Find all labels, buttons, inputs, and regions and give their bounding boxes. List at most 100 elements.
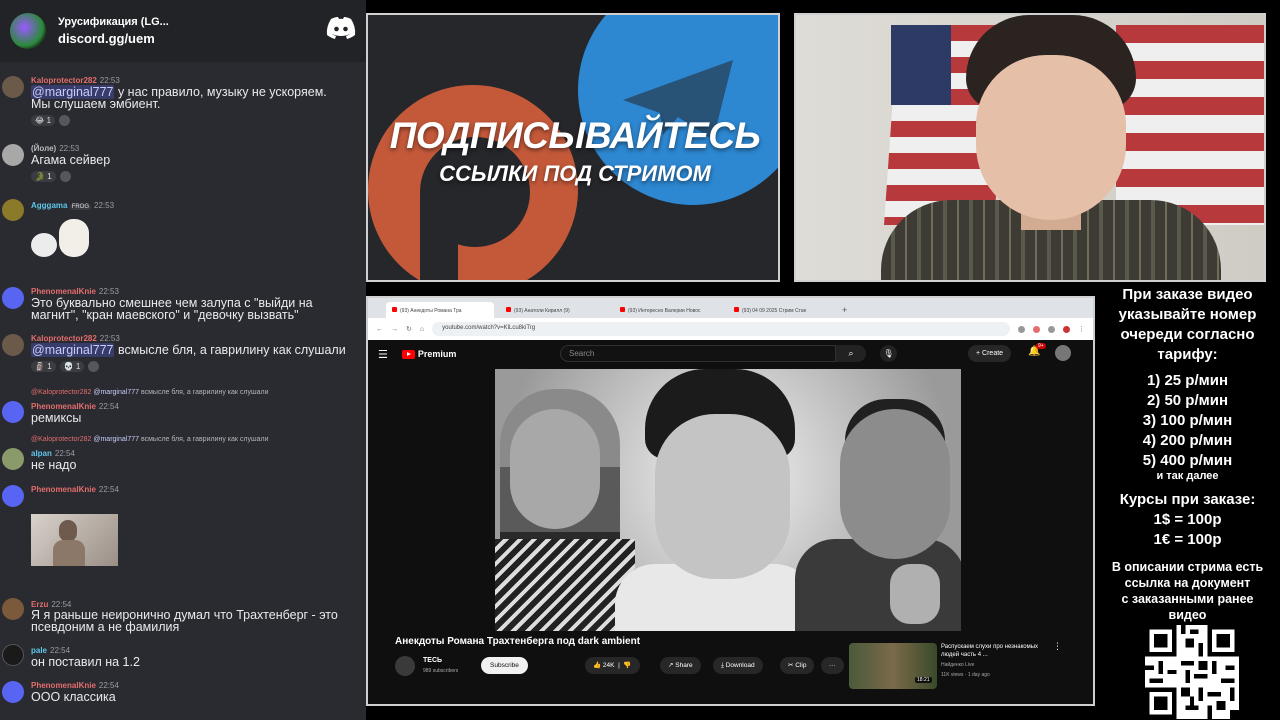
message-text: ремиксы: [31, 411, 82, 425]
channel-avatar[interactable]: [395, 656, 415, 676]
avatar[interactable]: [1055, 345, 1071, 361]
author-name: Kaloprotector282: [31, 76, 97, 85]
search-icon[interactable]: ⌕: [836, 345, 866, 362]
timestamp: 22:54: [54, 449, 75, 458]
youtube-favicon-icon: [734, 307, 739, 312]
author-name: Agggama: [31, 201, 68, 210]
message-text: Агама сейвер: [31, 153, 111, 167]
info-line: При заказе видео: [1122, 286, 1253, 303]
order-info-panel: При заказе видео указывайте номер очеред…: [1095, 285, 1280, 720]
browser-tab[interactable]: (93) Интересно Валерии Новос: [614, 302, 722, 318]
avatar: [2, 448, 24, 470]
message-text: всмысле бля, а гаврилину как слушали: [114, 343, 346, 357]
reaction[interactable]: 🗿 1: [31, 361, 56, 372]
timestamp: 22:54: [50, 646, 71, 655]
add-reaction-icon[interactable]: [59, 171, 71, 182]
invite-link[interactable]: discord.gg/uem: [58, 31, 169, 46]
add-reaction-icon[interactable]: [59, 115, 71, 126]
address-bar: ← → ↻ ⌂ youtube.com/watch?v=KlLcu8kiTrg …: [368, 318, 1093, 340]
channel-row: ТЕСЬ 989 subscribers Subscribe 👍 24K | 👎…: [395, 654, 855, 678]
reaction[interactable]: 🐊 1: [31, 171, 56, 182]
server-icon: [10, 13, 46, 49]
timestamp: 22:54: [98, 485, 119, 494]
add-reaction-icon[interactable]: [88, 361, 100, 372]
profile-icon[interactable]: [1063, 325, 1070, 333]
recommended-meta: 11K views · 1 day ago: [941, 672, 990, 678]
hamburger-menu-icon[interactable]: ☰: [378, 348, 388, 361]
mention[interactable]: @marginal777: [31, 343, 115, 357]
channel-name[interactable]: ТЕСЬ: [423, 657, 442, 664]
browser-tab[interactable]: (93) 04 09 2025 Стрим Стаe: [728, 302, 836, 318]
browser-tab[interactable]: (93) Анекдоты Романа Тра: [386, 302, 494, 318]
author-name: PhenomenalKnie: [31, 287, 96, 296]
timestamp: 22:53: [99, 334, 120, 343]
youtube-favicon-icon: [392, 307, 397, 312]
role-badge: FROG: [69, 204, 92, 210]
reload-icon[interactable]: ↻: [406, 325, 412, 333]
browser-tab[interactable]: (93) Анатоли Кирилл (9): [500, 302, 608, 318]
youtube-logo[interactable]: Premium: [401, 349, 456, 359]
author-name: Kaloprotector282: [31, 334, 97, 343]
message-text: Я я раньше неиронично думал что Трахтенб…: [31, 608, 338, 634]
author-name: PhenomenalKnie: [31, 402, 96, 411]
back-icon[interactable]: ←: [376, 326, 383, 333]
video-player[interactable]: [495, 369, 961, 631]
rate-line: 1$ = 100р: [1153, 511, 1222, 528]
reply-preview[interactable]: @Kaloprotector282 @marginal777 всмысле б…: [31, 389, 269, 396]
search-input[interactable]: Search: [560, 345, 836, 362]
clip-button[interactable]: ✂ Clip: [780, 657, 815, 674]
image-attachment[interactable]: [31, 514, 118, 566]
more-actions-icon[interactable]: ···: [821, 657, 844, 674]
info-line: указывайте номер: [1118, 306, 1257, 323]
create-button[interactable]: + Create: [968, 345, 1012, 362]
new-tab-icon[interactable]: +: [842, 305, 847, 318]
like-button[interactable]: 👍 24K | 👎: [585, 657, 640, 674]
video-title: Анекдоты Романа Трахтенберга под dark am…: [395, 636, 641, 647]
banner-title: ПОДПИСЫВАЙТЕСЬ: [389, 115, 761, 156]
author-name: PhenomenalKnie: [31, 681, 96, 690]
message-text: он поставил на 1.2: [31, 655, 140, 669]
message-text: ООО классика: [31, 690, 116, 704]
dislike-icon: 👎: [623, 662, 632, 669]
recommended-title[interactable]: Распускаем слухи про незнакомых людей ча…: [941, 643, 1051, 659]
extension-icon[interactable]: [1048, 325, 1055, 333]
rates-title: Курсы при заказе:: [1119, 491, 1256, 508]
avatar: [2, 644, 24, 666]
tariff-line: 3) 100 р/мин: [1142, 412, 1233, 429]
tariff-line: 4) 200 р/мин: [1142, 432, 1233, 449]
qr-code: [1145, 625, 1239, 719]
recommended-channel[interactable]: Найденко Live: [941, 662, 974, 668]
download-button[interactable]: ⤓ Download: [713, 657, 763, 674]
share-button[interactable]: ↗ Share: [660, 657, 701, 674]
tariff-line: 5) 400 р/мин: [1142, 452, 1233, 469]
avatar: [2, 287, 24, 309]
reaction[interactable]: 😂 1: [31, 115, 56, 126]
webcam-feed: [794, 13, 1266, 282]
kebab-menu-icon[interactable]: ⋮: [1078, 325, 1085, 333]
recommended-video[interactable]: 18:21 Распускаем слухи про незнакомых лю…: [849, 639, 1089, 689]
kebab-menu-icon[interactable]: ⋮: [1053, 641, 1062, 652]
microphone-icon[interactable]: 🎙: [880, 345, 897, 362]
timestamp: 22:53: [99, 76, 120, 85]
avatar: [2, 144, 24, 166]
message-text: Это буквально смешнее чем залупа с "выйд…: [31, 296, 313, 322]
author-name: alpan: [31, 449, 52, 458]
discord-icon: [326, 17, 356, 39]
home-icon[interactable]: ⌂: [420, 326, 424, 333]
author-name: PhenomenalKnie: [31, 485, 96, 494]
message-text: не надо: [31, 458, 77, 472]
url-input[interactable]: youtube.com/watch?v=KlLcu8kiTrg: [432, 322, 1010, 336]
extension-icon[interactable]: [1033, 325, 1040, 333]
forward-icon[interactable]: →: [391, 326, 398, 333]
browser-window: (93) Анекдоты Романа Тра (93) Анатоли Ки…: [366, 296, 1095, 706]
extension-icon[interactable]: [1018, 325, 1025, 333]
reply-preview[interactable]: @Kaloprotector282 @marginal777 всмысле б…: [31, 436, 269, 443]
youtube-favicon-icon: [620, 307, 625, 312]
reaction[interactable]: 💀 1: [59, 361, 85, 372]
author-name: (Йоле): [31, 144, 57, 153]
rate-line: 1€ = 100р: [1153, 531, 1222, 548]
subscribe-button[interactable]: Subscribe: [481, 657, 528, 674]
server-name: Урусификация (LG...: [58, 16, 169, 28]
etc-line: и так далее: [1156, 470, 1219, 482]
notification-badge: 9+: [1036, 343, 1046, 349]
